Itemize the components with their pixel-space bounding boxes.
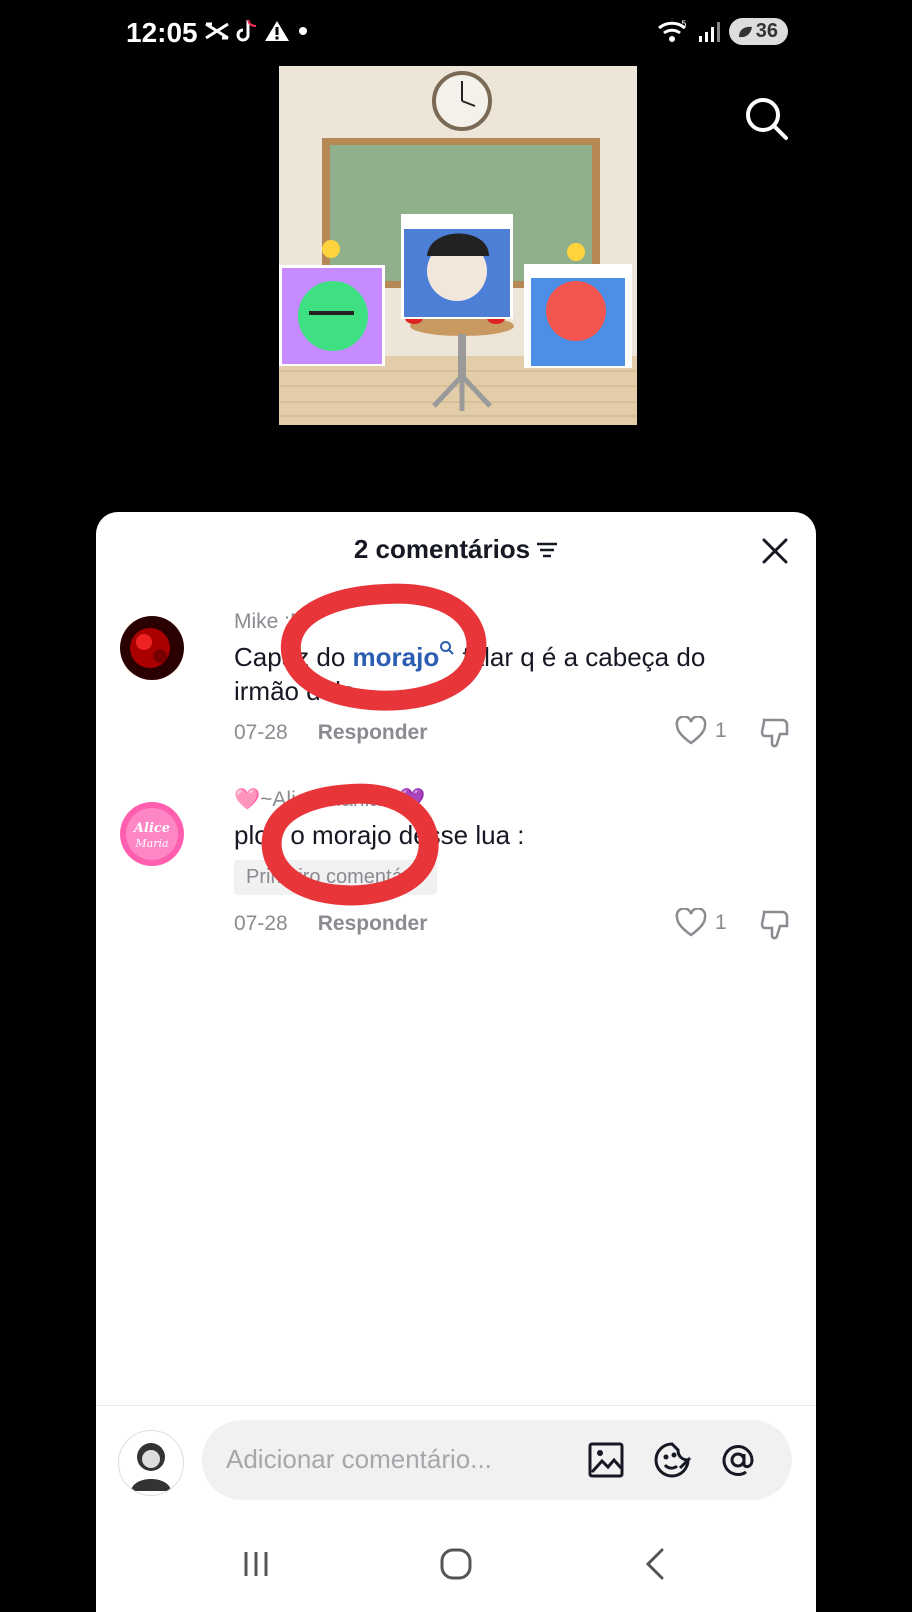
comment-username[interactable]: 🩷~Alice Mariia~ 💜 (234, 786, 764, 814)
tiktok-icon (236, 19, 257, 42)
like-count: 1 (715, 719, 727, 742)
comment-text: Capaz do morajo falar q é a cabeça do ir… (234, 640, 764, 708)
comment-input[interactable]: Adicionar comentário... (202, 1420, 792, 1500)
comment-body: Mike :P Capaz do morajo falar q é a cabe… (234, 608, 764, 708)
navigation-bar (96, 1514, 816, 1612)
like-button[interactable]: 1 (675, 908, 727, 938)
svg-text:Alice: Alice (132, 821, 170, 836)
my-avatar[interactable] (118, 1430, 184, 1496)
reply-button[interactable]: Responder (318, 912, 428, 936)
keyword-search-icon[interactable] (439, 640, 455, 656)
back-icon[interactable] (636, 1544, 676, 1584)
signal-icon (698, 21, 720, 42)
comment-username[interactable]: Mike :P (234, 608, 764, 636)
avatar[interactable]: Alice Maria (120, 802, 184, 866)
battery-indicator: 36 (728, 18, 788, 45)
first-comment-badge: Primeiro comentário (234, 860, 437, 895)
mention-icon[interactable] (718, 1440, 758, 1480)
capcut-icon (205, 22, 229, 40)
comments-sheet: 2 comentários Mike :P Capaz do morajo fa… (96, 512, 816, 1612)
search-keyword-link[interactable]: morajo (353, 642, 440, 672)
status-bar: 12:05 5 36 (0, 0, 912, 70)
heart-icon (675, 908, 707, 937)
like-count: 1 (715, 911, 727, 934)
dislike-icon[interactable] (760, 716, 792, 750)
comment-date: 07-28 (234, 912, 288, 935)
reply-button[interactable]: Responder (318, 721, 428, 745)
comment-input-placeholder: Adicionar comentário... (226, 1444, 492, 1474)
battery-level: 36 (755, 20, 778, 42)
status-time: 12:05 (126, 17, 198, 48)
comments-count-title: 2 comentários (353, 534, 531, 564)
home-icon[interactable] (436, 1544, 476, 1584)
dislike-icon[interactable] (760, 908, 792, 942)
comment-body: 🩷~Alice Mariia~ 💜 plot: o morajo desse l… (234, 786, 764, 895)
dot-icon (299, 27, 307, 35)
recent-apps-icon[interactable] (236, 1544, 276, 1584)
system-icons: 5 36 (657, 18, 788, 45)
search-icon[interactable] (744, 96, 790, 142)
svg-text:5: 5 (681, 20, 687, 30)
notification-icons (204, 18, 310, 44)
comment-text: plot: o morajo desse lua : (234, 820, 525, 850)
leaf-icon (738, 26, 752, 37)
avatar[interactable] (120, 616, 184, 680)
classroom-illustration: Do sistema (279, 66, 637, 425)
like-button[interactable]: 1 (675, 716, 727, 746)
warning-icon (265, 21, 289, 41)
emoji-icon[interactable] (652, 1440, 692, 1480)
svg-text:Maria: Maria (134, 837, 168, 850)
video-frame[interactable]: Do sistema (279, 66, 637, 425)
divider (96, 1405, 816, 1406)
comment-date: 07-28 (234, 721, 288, 744)
video-caption: Do sistema (432, 219, 483, 229)
heart-icon (675, 716, 707, 745)
image-icon[interactable] (586, 1440, 626, 1480)
wifi-icon: 5 (657, 20, 687, 42)
filter-icon[interactable] (536, 541, 558, 559)
comments-header: 2 comentários (96, 534, 816, 565)
close-icon[interactable] (760, 536, 790, 566)
comment-text-start: Capaz do (234, 642, 353, 672)
comment-meta: 07-28 Responder (234, 912, 427, 936)
comment-meta: 07-28 Responder (234, 721, 427, 745)
